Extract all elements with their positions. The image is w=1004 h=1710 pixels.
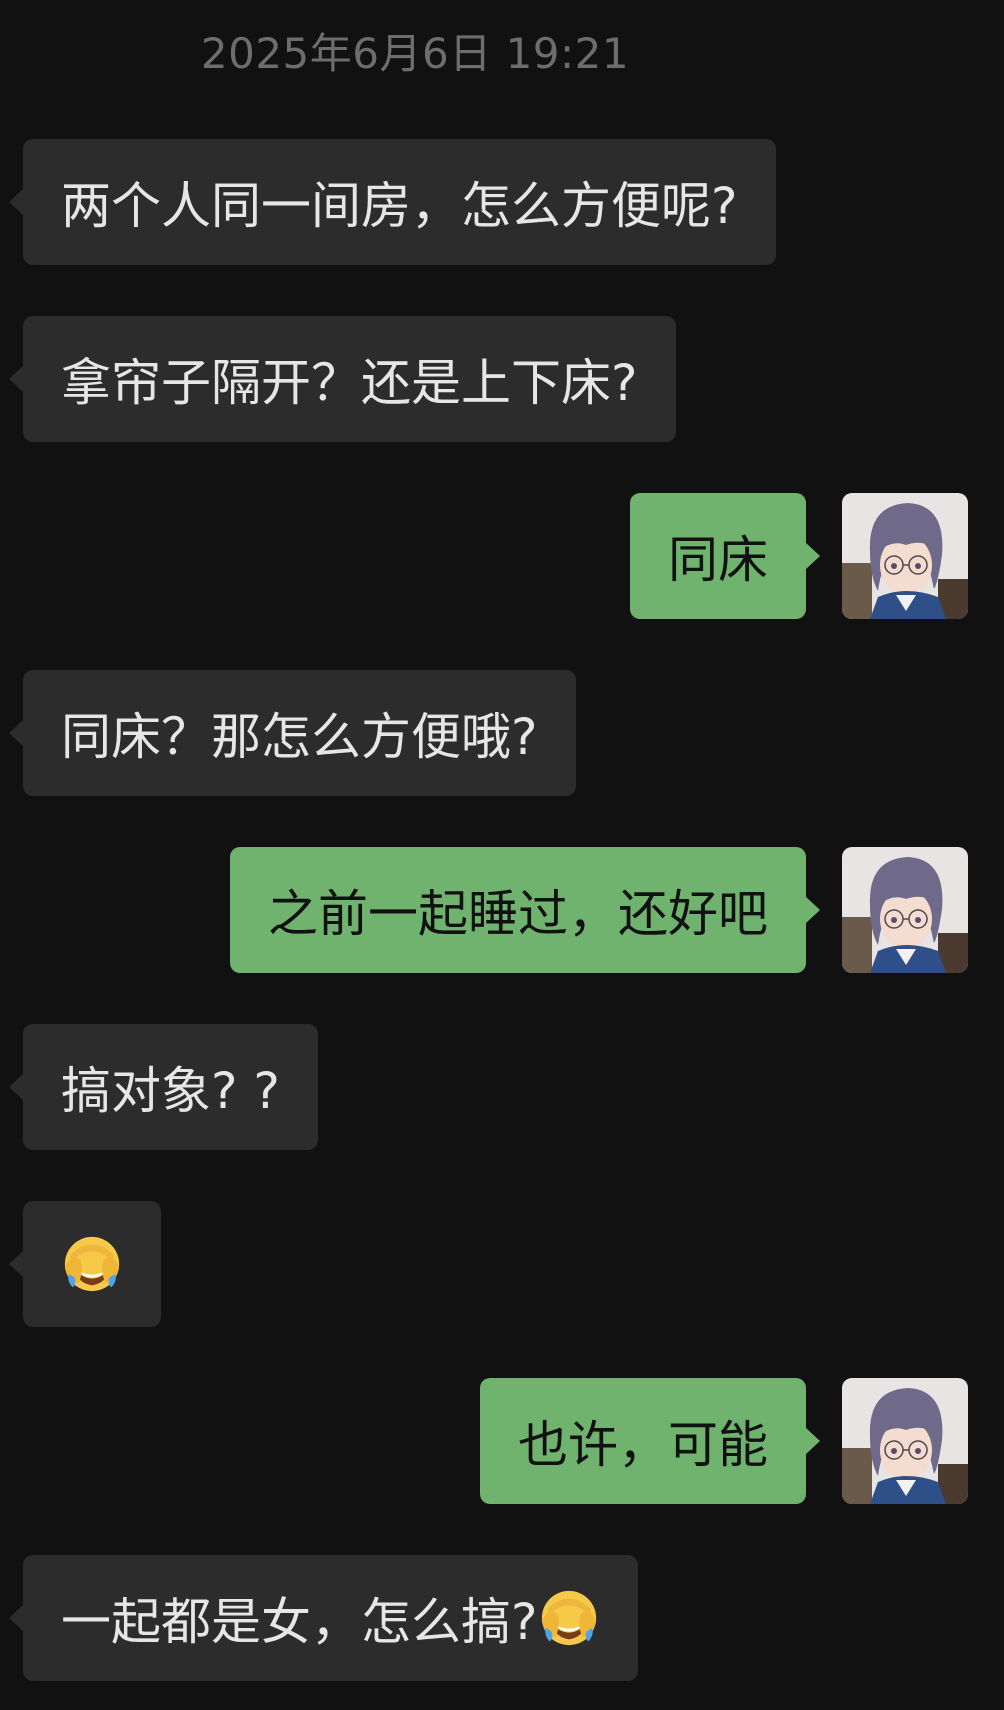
my-avatar[interactable]	[842, 847, 968, 973]
anime-girl-glasses-avatar-icon	[842, 493, 968, 619]
message-timestamp: 2025年6月6日 19:21	[200, 29, 630, 78]
incoming-message-bubble[interactable]: 一起都是女，怎么搞?	[23, 1555, 638, 1681]
anime-girl-glasses-avatar-icon	[842, 1378, 968, 1504]
message-text: 同床？那怎么方便哦?	[61, 708, 538, 766]
incoming-emoji-bubble[interactable]	[23, 1201, 161, 1327]
message-text: 同床	[668, 531, 768, 589]
message-text: 搞对象? ?	[61, 1062, 280, 1120]
message-text: 一起都是女，怎么搞?	[61, 1593, 538, 1651]
chat-view[interactable]: 2025年6月6日 19:21 两个人同一间房，怎么方便呢? 拿帘子隔开？还是上…	[0, 0, 1004, 1710]
my-avatar[interactable]	[842, 1378, 968, 1504]
incoming-message-bubble[interactable]: 同床？那怎么方便哦?	[23, 670, 576, 796]
message-text: 两个人同一间房，怎么方便呢?	[61, 177, 738, 235]
incoming-message-bubble[interactable]: 拿帘子隔开？还是上下床?	[23, 316, 676, 442]
message-text: 之前一起睡过，还好吧	[268, 885, 768, 943]
outgoing-message-bubble[interactable]: 之前一起睡过，还好吧	[230, 847, 806, 973]
incoming-message-bubble[interactable]: 两个人同一间房，怎么方便呢?	[23, 139, 776, 265]
anime-girl-glasses-avatar-icon	[842, 847, 968, 973]
my-avatar[interactable]	[842, 493, 968, 619]
message-text: 也许，可能	[518, 1416, 768, 1474]
face-palm-tears-emoji-icon	[538, 1587, 600, 1649]
message-text: 拿帘子隔开？还是上下床?	[61, 354, 638, 412]
face-palm-tears-emoji-icon	[61, 1233, 123, 1295]
outgoing-message-bubble[interactable]: 同床	[630, 493, 806, 619]
outgoing-message-bubble[interactable]: 也许，可能	[480, 1378, 806, 1504]
incoming-message-bubble[interactable]: 搞对象? ?	[23, 1024, 318, 1150]
